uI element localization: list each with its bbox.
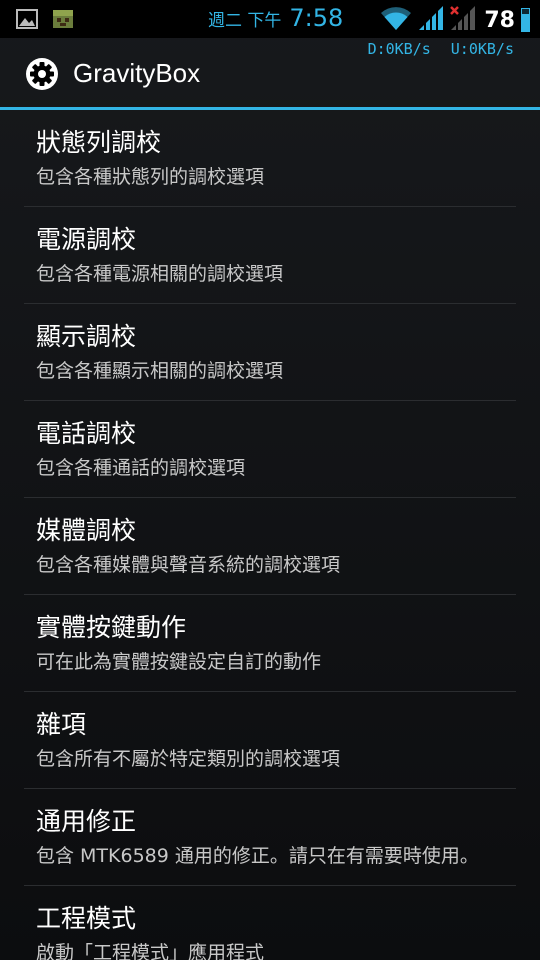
pref-title: 實體按鍵動作 — [36, 613, 187, 642]
system-icons: 78 — [380, 5, 530, 35]
pref-summary: 包含所有不屬於特定類別的調校選項 — [36, 748, 341, 770]
pref-common-fixes[interactable]: 通用修正 包含 MTK6589 通用的修正。請只在有需要時使用。 — [24, 789, 516, 886]
battery-icon — [521, 8, 530, 32]
pref-display-tweaks[interactable]: 顯示調校 包含各種顯示相關的調校選項 — [24, 304, 516, 401]
action-bar: GravityBox — [0, 38, 540, 110]
wifi-icon — [380, 5, 412, 35]
pref-title: 工程模式 — [36, 904, 137, 933]
android-notification-icon — [52, 8, 74, 34]
pref-title: 媒體調校 — [36, 516, 137, 545]
pref-title: 通用修正 — [36, 807, 137, 836]
signal-no-service-icon — [450, 5, 476, 35]
gallery-notification-icon — [16, 9, 38, 33]
app-title: GravityBox — [73, 58, 201, 88]
pref-misc[interactable]: 雜項 包含所有不屬於特定類別的調校選項 — [24, 692, 516, 789]
pref-title: 雜項 — [36, 710, 87, 739]
pref-summary: 包含 MTK6589 通用的修正。請只在有需要時使用。 — [36, 845, 479, 867]
battery-percent: 78 — [484, 7, 515, 33]
pref-title: 狀態列調校 — [36, 128, 162, 157]
pref-summary: 包含各種通話的調校選項 — [36, 457, 246, 479]
pref-power-tweaks[interactable]: 電源調校 包含各種電源相關的調校選項 — [24, 207, 516, 304]
preference-list: 狀態列調校 包含各種狀態列的調校選項 電源調校 包含各種電源相關的調校選項 顯示… — [24, 110, 516, 960]
notification-icons — [16, 8, 74, 34]
clock: 週二 下午 7:58 — [208, 4, 343, 32]
battery-fill — [522, 13, 529, 31]
pref-summary: 包含各種電源相關的調校選項 — [36, 263, 284, 285]
pref-phone-tweaks[interactable]: 電話調校 包含各種通話的調校選項 — [24, 401, 516, 498]
pref-engineering-mode[interactable]: 工程模式 啟動「工程模式」應用程式 — [24, 886, 516, 960]
pref-summary: 包含各種狀態列的調校選項 — [36, 166, 265, 188]
pref-summary: 包含各種顯示相關的調校選項 — [36, 360, 284, 382]
pref-title: 電源調校 — [36, 225, 137, 254]
pref-summary: 包含各種媒體與聲音系統的調校選項 — [36, 554, 341, 576]
pref-summary: 啟動「工程模式」應用程式 — [36, 942, 265, 960]
pref-media-tweaks[interactable]: 媒體調校 包含各種媒體與聲音系統的調校選項 — [24, 498, 516, 595]
gear-icon[interactable] — [24, 56, 60, 92]
pref-title: 顯示調校 — [36, 322, 137, 351]
signal-icon — [418, 5, 444, 35]
status-bar: 週二 下午 7:58 78 — [0, 0, 540, 38]
screen: 週二 下午 7:58 78 D:0KB/s U:0KB/s GravityBox… — [0, 0, 540, 960]
pref-statusbar-tweaks[interactable]: 狀態列調校 包含各種狀態列的調校選項 — [24, 110, 516, 207]
clock-time: 7:58 — [289, 4, 344, 32]
pref-title: 電話調校 — [36, 419, 137, 448]
pref-summary: 可在此為實體按鍵設定自訂的動作 — [36, 651, 322, 673]
clock-weekday: 週二 下午 — [208, 11, 282, 31]
pref-hardware-key-actions[interactable]: 實體按鍵動作 可在此為實體按鍵設定自訂的動作 — [24, 595, 516, 692]
